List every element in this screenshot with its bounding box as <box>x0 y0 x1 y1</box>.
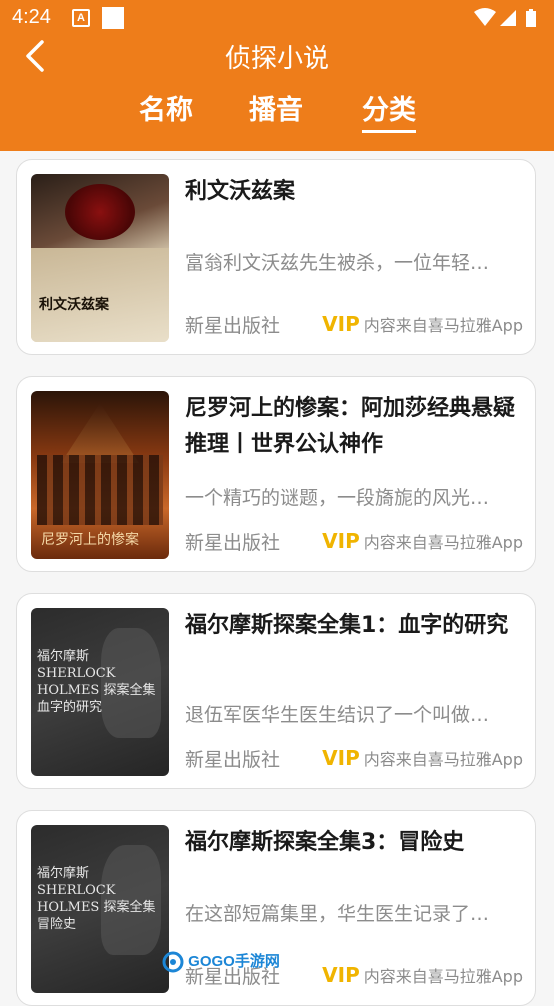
status-time: 4:24 <box>12 6 51 28</box>
book-card[interactable]: 福尔摩斯 SHERLOCK HOLMES 探案全集 血字的研究 福尔摩斯探案全集… <box>16 593 536 789</box>
notification-square-icon <box>102 7 124 29</box>
book-card[interactable]: 利文沃兹案 利文沃兹案 富翁利文沃兹先生被杀，一位年轻… 新星出版社 VIP 内容… <box>16 159 536 355</box>
vip-badge: VIP <box>322 312 360 336</box>
book-card[interactable]: 尼罗河上的惨案 尼罗河上的惨案：阿加莎经典悬疑推理丨世界公认神作 一个精巧的谜题… <box>16 376 536 572</box>
cover-title: 利文沃兹案 <box>39 297 109 313</box>
notification-a-icon: A <box>72 9 90 27</box>
book-cover: 尼罗河上的惨案 <box>31 391 169 559</box>
vip-badge: VIP <box>322 746 360 770</box>
status-bar: 4:24 A <box>0 0 554 36</box>
book-description: 在这部短篇集里，华生医生记录了… <box>185 903 490 925</box>
book-title: 尼罗河上的惨案：阿加莎经典悬疑推理丨世界公认神作 <box>185 396 516 457</box>
book-cover: 福尔摩斯 SHERLOCK HOLMES 探案全集 血字的研究 <box>31 608 169 776</box>
vip-source: VIP 内容来自喜马拉雅App <box>322 312 523 336</box>
battery-icon <box>526 9 536 27</box>
cover-title: 福尔摩斯 SHERLOCK HOLMES 探案全集 血字的研究 <box>37 649 156 715</box>
tab-broadcast[interactable]: 播音 <box>236 88 316 127</box>
book-cover: 利文沃兹案 <box>31 174 169 342</box>
wifi-icon <box>474 8 496 26</box>
vip-source: VIP 内容来自喜马拉雅App <box>322 529 523 553</box>
book-publisher: 新星出版社 <box>185 749 281 771</box>
book-description: 一个精巧的谜题，一段旖旎的风光… <box>185 487 490 509</box>
app-header: 4:24 A 侦探小说 名称 播音 分类 <box>0 0 554 151</box>
book-publisher: 新星出版社 <box>185 315 281 337</box>
vip-source: VIP 内容来自喜马拉雅App <box>322 963 523 987</box>
source-note: 内容来自喜马拉雅App <box>363 750 523 769</box>
watermark-logo: GOGO手游网 <box>162 950 280 980</box>
source-note: 内容来自喜马拉雅App <box>363 967 523 986</box>
cover-title: 福尔摩斯 SHERLOCK HOLMES 探案全集 冒险史 <box>37 866 156 932</box>
book-publisher: 新星出版社 <box>185 532 281 554</box>
source-note: 内容来自喜马拉雅App <box>363 316 523 335</box>
book-description: 富翁利文沃兹先生被杀，一位年轻… <box>185 252 490 274</box>
book-title: 福尔摩斯探案全集3：冒险史 <box>185 830 465 855</box>
signal-icon <box>500 10 516 26</box>
cover-title: 尼罗河上的惨案 <box>41 532 139 548</box>
tab-name[interactable]: 名称 <box>126 88 206 127</box>
book-title: 利文沃兹案 <box>185 179 296 204</box>
book-title: 福尔摩斯探案全集1：血字的研究 <box>185 613 509 638</box>
tab-category[interactable]: 分类 <box>349 88 429 127</box>
active-tab-indicator <box>362 130 416 133</box>
source-note: 内容来自喜马拉雅App <box>363 533 523 552</box>
vip-badge: VIP <box>322 963 360 987</box>
book-cover: 福尔摩斯 SHERLOCK HOLMES 探案全集 冒险史 <box>31 825 169 993</box>
page-title: 侦探小说 <box>224 44 329 74</box>
status-icons <box>474 8 544 35</box>
book-description: 退伍军医华生医生结识了一个叫做… <box>185 704 490 726</box>
vip-badge: VIP <box>322 529 360 553</box>
watermark-text: GOGO手游网 <box>188 953 280 970</box>
watermark-icon <box>162 951 184 973</box>
vip-source: VIP 内容来自喜马拉雅App <box>322 746 523 770</box>
